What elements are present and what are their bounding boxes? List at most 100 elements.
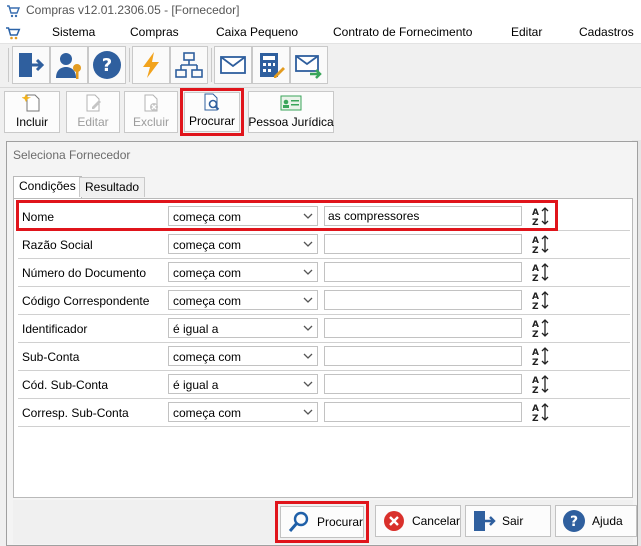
title-bar: Compras v12.01.2306.05 - [Fornecedor] <box>0 0 641 22</box>
help-button[interactable]: ? <box>88 46 126 84</box>
operator-value: começa com <box>173 238 242 252</box>
operator-value: começa com <box>173 406 242 420</box>
operator-select[interactable]: é igual a <box>168 374 318 394</box>
editar-label: Editar <box>77 115 109 129</box>
nome-row-highlight <box>16 200 558 231</box>
condition-label: Cód. Sub-Conta <box>22 378 109 392</box>
operator-select[interactable]: começa com <box>168 234 318 254</box>
sort-az-icon[interactable]: A Z <box>530 317 552 339</box>
procurar-label: Procurar <box>188 114 235 128</box>
sair-button[interactable]: Sair <box>465 505 551 537</box>
condition-row: Corresp. Sub-Conta começa com A Z <box>18 399 630 427</box>
excluir-button[interactable]: Excluir <box>124 91 178 133</box>
lightning-button[interactable] <box>132 46 170 84</box>
menu-editar[interactable]: Editar <box>511 25 542 39</box>
sort-az-icon[interactable]: A Z <box>530 401 552 423</box>
sort-az-icon[interactable]: A Z <box>530 233 552 255</box>
condition-value-input[interactable] <box>324 402 522 422</box>
dialog-button-bar: Procurar Cancelar Sair ? Ajuda <box>13 500 637 544</box>
incluir-button[interactable]: Incluir <box>4 91 60 133</box>
condition-value-input[interactable] <box>324 318 522 338</box>
sort-az-icon[interactable]: A Z <box>530 373 552 395</box>
toolbar-separator <box>129 48 130 82</box>
mail-button[interactable] <box>214 46 252 84</box>
delete-document-icon <box>140 93 162 113</box>
cart-icon[interactable] <box>5 25 21 41</box>
exit-icon <box>19 53 45 77</box>
menu-caixa-pequeno[interactable]: Caixa Pequeno <box>216 25 298 39</box>
svg-text:Z: Z <box>532 386 539 395</box>
toolbar-separator <box>211 48 212 82</box>
svg-text:A: A <box>532 376 539 386</box>
svg-text:A: A <box>532 348 539 358</box>
operator-select[interactable]: começa com <box>168 346 318 366</box>
operator-value: começa com <box>173 350 242 364</box>
menu-sistema[interactable]: Sistema <box>52 25 95 39</box>
operator-select[interactable]: começa com <box>168 290 318 310</box>
sort-az-icon[interactable]: A Z <box>530 261 552 283</box>
chevron-down-icon <box>303 269 313 275</box>
excluir-label: Excluir <box>132 115 169 129</box>
window-title: Compras v12.01.2306.05 - [Fornecedor] <box>26 3 240 17</box>
svg-text:A: A <box>532 264 539 274</box>
search-document-icon <box>201 92 223 112</box>
id-card-icon <box>280 93 302 113</box>
operator-select[interactable]: começa com <box>168 262 318 282</box>
seleciona-fornecedor-dialog: Seleciona Fornecedor Condições Resultado… <box>6 141 638 546</box>
condition-value-input[interactable] <box>324 346 522 366</box>
hierarchy-button[interactable] <box>170 46 208 84</box>
svg-text:Z: Z <box>532 414 539 423</box>
pessoa-juridica-label: Pessoa Jurídica <box>248 115 334 129</box>
svg-text:A: A <box>532 320 539 330</box>
user-key-button[interactable] <box>50 46 88 84</box>
ajuda-button[interactable]: ? Ajuda <box>555 505 637 537</box>
condition-row: Número do Documento começa com A Z <box>18 259 630 287</box>
condition-value-input[interactable] <box>324 234 522 254</box>
operator-select[interactable]: é igual a <box>168 318 318 338</box>
condition-row: Razão Social começa com A Z <box>18 231 630 259</box>
calculator-icon <box>260 53 285 78</box>
menu-contrato-de-fornecimento[interactable]: Contrato de Fornecimento <box>333 25 472 39</box>
svg-text:A: A <box>532 236 539 246</box>
pessoa-juridica-button[interactable]: Pessoa Jurídica <box>248 91 334 133</box>
hierarchy-icon <box>175 52 203 78</box>
editar-button[interactable]: Editar <box>66 91 120 133</box>
cancelar-label: Cancelar <box>411 514 460 528</box>
operator-select[interactable]: começa com <box>168 402 318 422</box>
condition-row: Código Correspondente começa com A Z <box>18 287 630 315</box>
svg-text:Z: Z <box>532 358 539 367</box>
sort-az-icon[interactable]: A Z <box>530 289 552 311</box>
condition-label: Identificador <box>22 322 88 336</box>
condition-label: Corresp. Sub-Conta <box>22 406 129 420</box>
operator-value: é igual a <box>173 322 219 336</box>
condition-row: Cód. Sub-Conta é igual a A Z <box>18 371 630 399</box>
lightning-icon <box>143 52 159 78</box>
calculator-button[interactable] <box>252 46 290 84</box>
chevron-down-icon <box>303 381 313 387</box>
mail-forward-button[interactable] <box>290 46 328 84</box>
procurar-submit-button[interactable]: Procurar <box>280 506 364 538</box>
condition-row: Identificador é igual a A Z <box>18 315 630 343</box>
chevron-down-icon <box>303 241 313 247</box>
chevron-down-icon <box>303 353 313 359</box>
menu-compras[interactable]: Compras <box>130 25 179 39</box>
condition-label: Razão Social <box>22 238 93 252</box>
cart-icon <box>7 5 20 18</box>
menu-cadastros[interactable]: Cadastros <box>579 25 634 39</box>
operator-value: é igual a <box>173 378 219 392</box>
condition-value-input[interactable] <box>324 290 522 310</box>
exit-button[interactable] <box>12 46 50 84</box>
edit-document-icon <box>82 93 104 113</box>
tab-condicoes[interactable]: Condições <box>13 176 82 198</box>
procurar-button[interactable]: Procurar <box>184 92 240 132</box>
help-icon: ? <box>93 51 121 79</box>
cancelar-button[interactable]: Cancelar <box>375 505 461 537</box>
toolbar-separator <box>8 48 9 82</box>
condition-label: Número do Documento <box>22 266 147 280</box>
tab-resultado[interactable]: Resultado <box>79 177 146 197</box>
condition-value-input[interactable] <box>324 374 522 394</box>
sort-az-icon[interactable]: A Z <box>530 345 552 367</box>
action-bar: Incluir Editar Excluir Procurar Pessoa J… <box>0 88 641 136</box>
menu-bar: Sistema Compras Caixa Pequeno Contrato d… <box>0 22 641 44</box>
condition-value-input[interactable] <box>324 262 522 282</box>
